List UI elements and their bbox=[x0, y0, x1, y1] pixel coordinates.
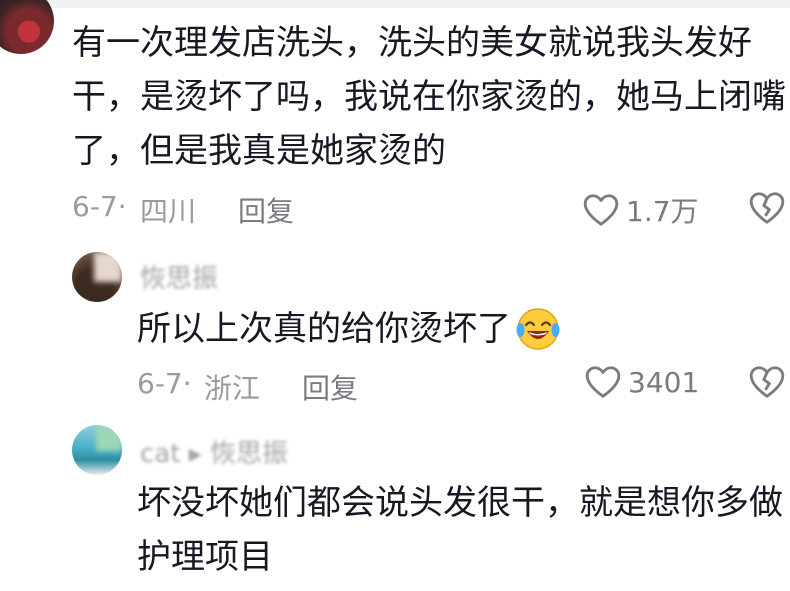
comment-text-line: 有一次理发店洗头，洗头的美女就说我头发好 bbox=[72, 23, 752, 63]
like-count: 3401 bbox=[628, 365, 700, 399]
dislike-button[interactable] bbox=[748, 190, 786, 226]
comment-text: 所以上次真的给你烫坏了 bbox=[137, 302, 561, 356]
comment-author[interactable]: 恢思振 bbox=[140, 258, 218, 295]
comment-text-line: 干，是烫坏了吗，我说在你家烫的，她马上闭嘴 bbox=[72, 77, 786, 117]
comment-text: 坏没坏她们都会说头发很干，就是想你多做 护理项目 bbox=[137, 476, 790, 584]
comment-text-line: 所以上次真的给你烫坏了 bbox=[137, 309, 511, 349]
comment-date: 6-7· bbox=[72, 190, 127, 223]
dislike-button[interactable] bbox=[748, 364, 786, 400]
reply-button[interactable]: 回复 bbox=[302, 367, 358, 407]
comment-author[interactable]: cat ▸ 恢思振 bbox=[140, 433, 288, 470]
heart-outline-icon bbox=[585, 366, 621, 398]
laughing-crying-emoji bbox=[516, 308, 560, 350]
like-button[interactable]: 1.7万 bbox=[582, 190, 699, 230]
comment-text-line: 护理项目 bbox=[137, 537, 273, 577]
avatar[interactable] bbox=[72, 252, 122, 302]
avatar[interactable] bbox=[0, 0, 54, 54]
broken-heart-icon bbox=[749, 366, 785, 398]
like-count: 1.7万 bbox=[626, 195, 699, 228]
like-button[interactable]: 3401 bbox=[584, 364, 699, 400]
comment-text: 有一次理发店洗头，洗头的美女就说我头发好 干，是烫坏了吗，我说在你家烫的，她马上… bbox=[72, 16, 790, 178]
comment-location: 四川 bbox=[140, 195, 197, 228]
comment-date: 6-7· bbox=[137, 367, 192, 400]
comment-text-line: 了，但是我真是她家烫的 bbox=[72, 131, 446, 171]
avatar[interactable] bbox=[72, 425, 122, 475]
top-divider bbox=[0, 0, 790, 8]
reply-button[interactable]: 回复 bbox=[238, 190, 294, 230]
broken-heart-icon bbox=[749, 192, 785, 224]
heart-outline-icon bbox=[583, 194, 619, 226]
comment-text-line: 坏没坏她们都会说头发很干，就是想你多做 bbox=[137, 483, 783, 523]
comment-location: 浙江 bbox=[204, 372, 261, 405]
